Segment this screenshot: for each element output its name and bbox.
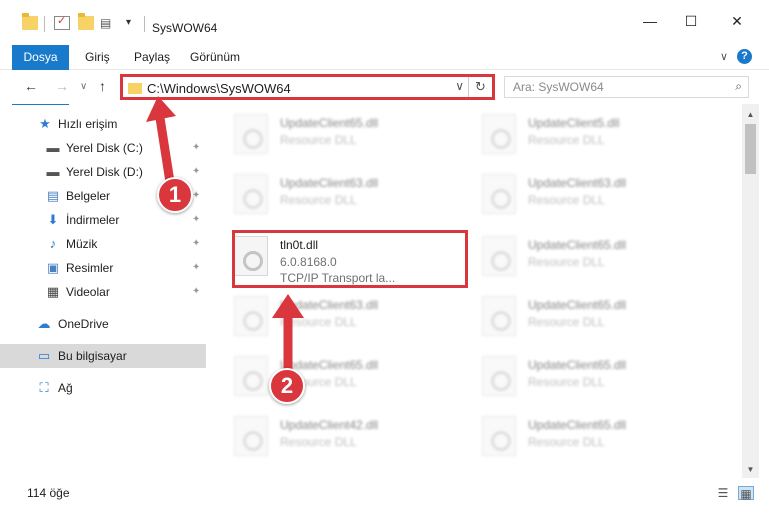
arrow-2 [272, 294, 304, 375]
annotation-arrows [146, 96, 304, 375]
step-2-badge: 2 [269, 368, 305, 404]
arrow-1 [146, 96, 176, 187]
step-1-badge: 1 [157, 177, 193, 213]
